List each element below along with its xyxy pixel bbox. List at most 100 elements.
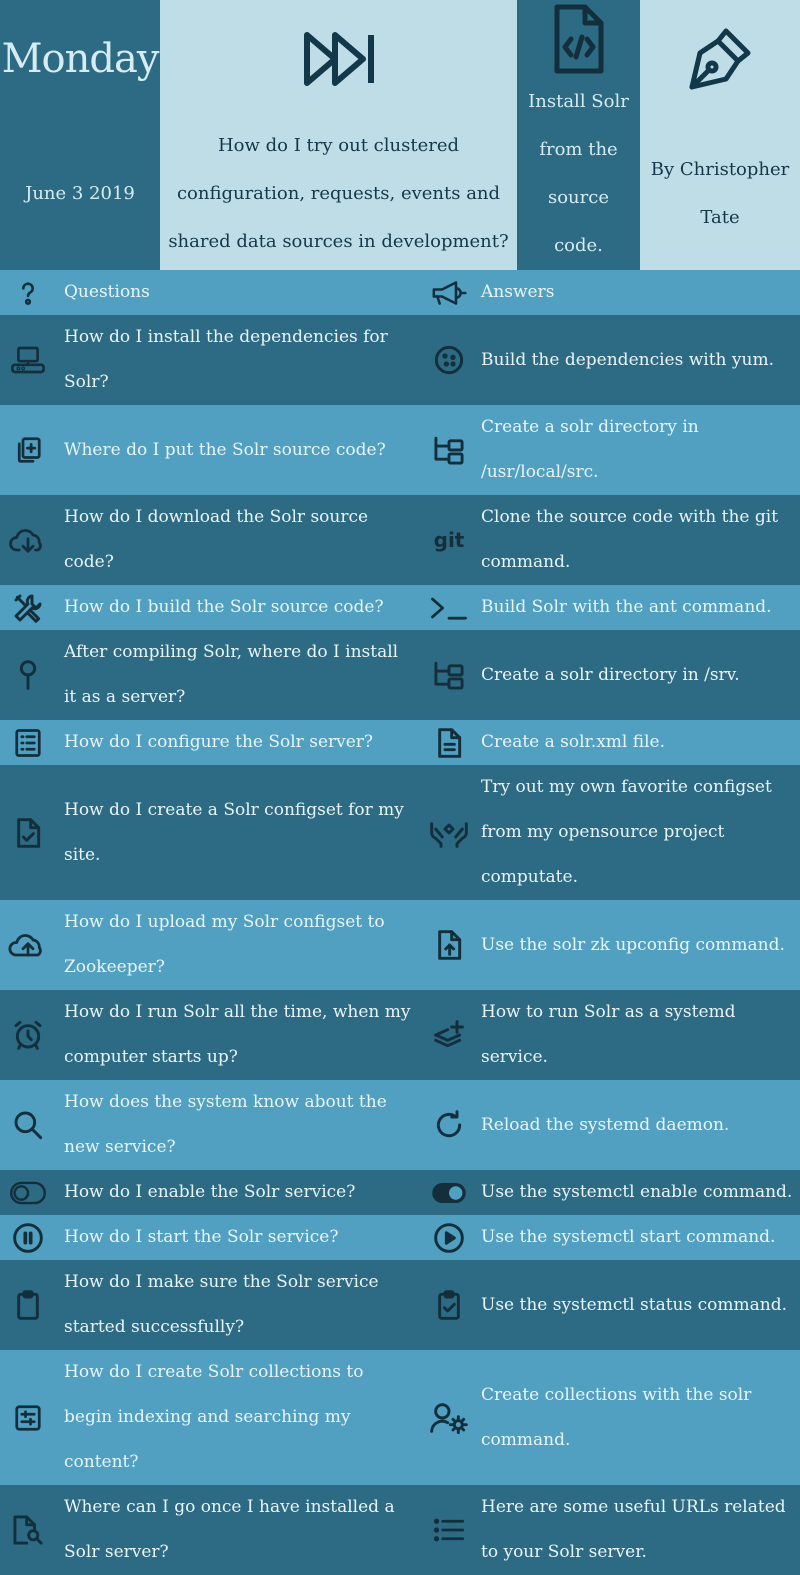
clipboard-check-icon [417,1289,481,1321]
answer-cell: Create collections with the solr command… [417,1350,800,1485]
question-text: How do I install the dependencies for So… [64,327,388,392]
file-check-icon [0,817,56,849]
answer-cell: Use the solr zk upconfig command. [417,900,800,990]
question-cell: How do I download the Solr source code? [0,495,417,585]
question-cell: How do I configure the Solr server? [0,720,417,765]
user-settings-icon [417,1402,481,1434]
answer-cell: Reload the systemd daemon. [417,1080,800,1170]
question-cell: Questions [0,270,417,315]
table-row: How do I upload my Solr configset to Zoo… [0,900,800,990]
question-text: How do I download the Solr source code? [64,507,369,572]
answer-cell: Use the systemctl status command. [417,1260,800,1350]
question-text: How do I create Solr collections to begi… [64,1362,364,1472]
answer-cell: Here are some useful URLs related to you… [417,1485,800,1575]
file-search-icon [0,1514,56,1546]
table-row: Where can I go once I have installed a S… [0,1485,800,1575]
hands-icon [417,817,481,849]
answer-cell: How to run Solr as a systemd service. [417,990,800,1080]
qa-table: Questions Answers How do I install the dep… [0,270,800,1575]
answer-text: Create a solr.xml file. [481,732,666,752]
answer-text: Create a solr directory in /srv. [481,664,740,685]
question-text: Where can I go once I have installed a S… [64,1497,395,1562]
pause-circle-icon [0,1222,56,1254]
table-row: After compiling Solr, where do I install… [0,630,800,720]
answer-text: Create collections with the solr command… [481,1384,752,1450]
fast-forward-icon [303,0,375,118]
question-text: How do I build the Solr source code? [64,597,384,617]
question-text: How do I run Solr all the time, when my … [64,1002,411,1067]
answer-cell: Answers [417,270,800,315]
answer-text: Use the systemctl status command. [481,1294,787,1315]
file-text-icon [417,727,481,759]
question-text: How does the system know about the new s… [64,1092,387,1157]
answer-text: Try out my own favorite configset from m… [481,777,772,887]
clipboard-icon [0,1289,56,1321]
folder-tree-icon [417,434,481,466]
question-cell: Where can I go once I have installed a S… [0,1485,417,1575]
table-row: How do I create Solr collections to begi… [0,1350,800,1485]
question-cell: How do I start the Solr service? [0,1215,417,1260]
table-header-row: Questions Answers [0,270,800,315]
question-cell: How do I create a Solr configset for my … [0,765,417,900]
question-cell: After compiling Solr, where do I install… [0,630,417,720]
answer-text: Use the systemctl start command. [481,1227,776,1247]
question-text: How do I enable the Solr service? [64,1182,356,1202]
answer-cell: Use the systemctl start command. [417,1215,800,1260]
answer-text: Here are some useful URLs related to you… [481,1497,786,1562]
author-panel: By Christopher Tate [640,0,800,270]
goal-panel: Install Solr from the source code. [517,0,640,270]
answer-cell: Create a solr.xml file. [417,720,800,765]
table-row: How does the system know about the new s… [0,1080,800,1170]
file-upload-icon [417,929,481,961]
question-text: How do I upload my Solr configset to Zoo… [64,912,385,977]
main-question: How do I try out clustered configuration… [168,135,509,252]
play-circle-icon [417,1222,481,1254]
answer-text: Clone the source code with the git comma… [481,507,779,572]
table-row: How do I enable the Solr service? Use the… [0,1170,800,1215]
search-icon [0,1109,56,1141]
copy-plus-icon [0,434,56,466]
question-text: How do I make sure the Solr service star… [64,1272,379,1337]
question-text: Where do I put the Solr source code? [64,439,386,460]
map-pin-icon [0,659,56,691]
answer-text: Create a solr directory in /usr/local/sr… [481,417,699,482]
answer-text: Reload the systemd daemon. [481,1114,730,1135]
toggle-off-icon [0,1180,56,1206]
answer-cell: Use the systemctl enable command. [417,1170,800,1215]
answer-text: Build Solr with the ant command. [481,597,772,617]
git-logo-text: git [434,528,465,552]
date-panel: Monday June 3 2019 [0,0,160,270]
goal-text: Install Solr from the source code. [528,91,629,256]
question-text: How do I create a Solr configset for my … [64,799,404,865]
alarm-clock-icon [0,1019,56,1051]
answer-text: Build the dependencies with yum. [481,349,774,370]
date-text: June 3 2019 [25,183,135,204]
question-icon [0,279,56,307]
table-row: How do I create a Solr configset for my … [0,765,800,900]
question-text: After compiling Solr, where do I install… [64,642,399,707]
header: Monday June 3 2019 How do I try out clus… [0,0,800,270]
answer-cell: Create a solr directory in /srv. [417,630,800,720]
table-row: Where do I put the Solr source code? Crea… [0,405,800,495]
answer-cell: git Clone the source code with the git co… [417,495,800,585]
table-row: How do I make sure the Solr service star… [0,1260,800,1350]
computer-icon [0,345,56,375]
folder-tree-icon [417,659,481,691]
answer-text: How to run Solr as a systemd service. [481,1002,736,1067]
author-text: By Christopher Tate [650,159,790,228]
question-cell: How do I create Solr collections to begi… [0,1350,417,1485]
cookie-icon [417,344,481,376]
pen-nib-icon [686,0,754,118]
terminal-icon [417,594,481,622]
question-text: How do I start the Solr service? [64,1227,339,1247]
list-doc-icon [0,727,56,759]
question-cell: How do I run Solr all the time, when my … [0,990,417,1080]
toggle-on-icon [417,1180,481,1206]
list-icon [417,1515,481,1545]
reload-icon [417,1109,481,1141]
answer-cell: Try out my own favorite configset from m… [417,765,800,900]
table-row: How do I configure the Solr server? Creat… [0,720,800,765]
answers-heading: Answers [481,282,555,302]
day-title: Monday [1,36,160,82]
table-row: How do I start the Solr service? Use the … [0,1215,800,1260]
